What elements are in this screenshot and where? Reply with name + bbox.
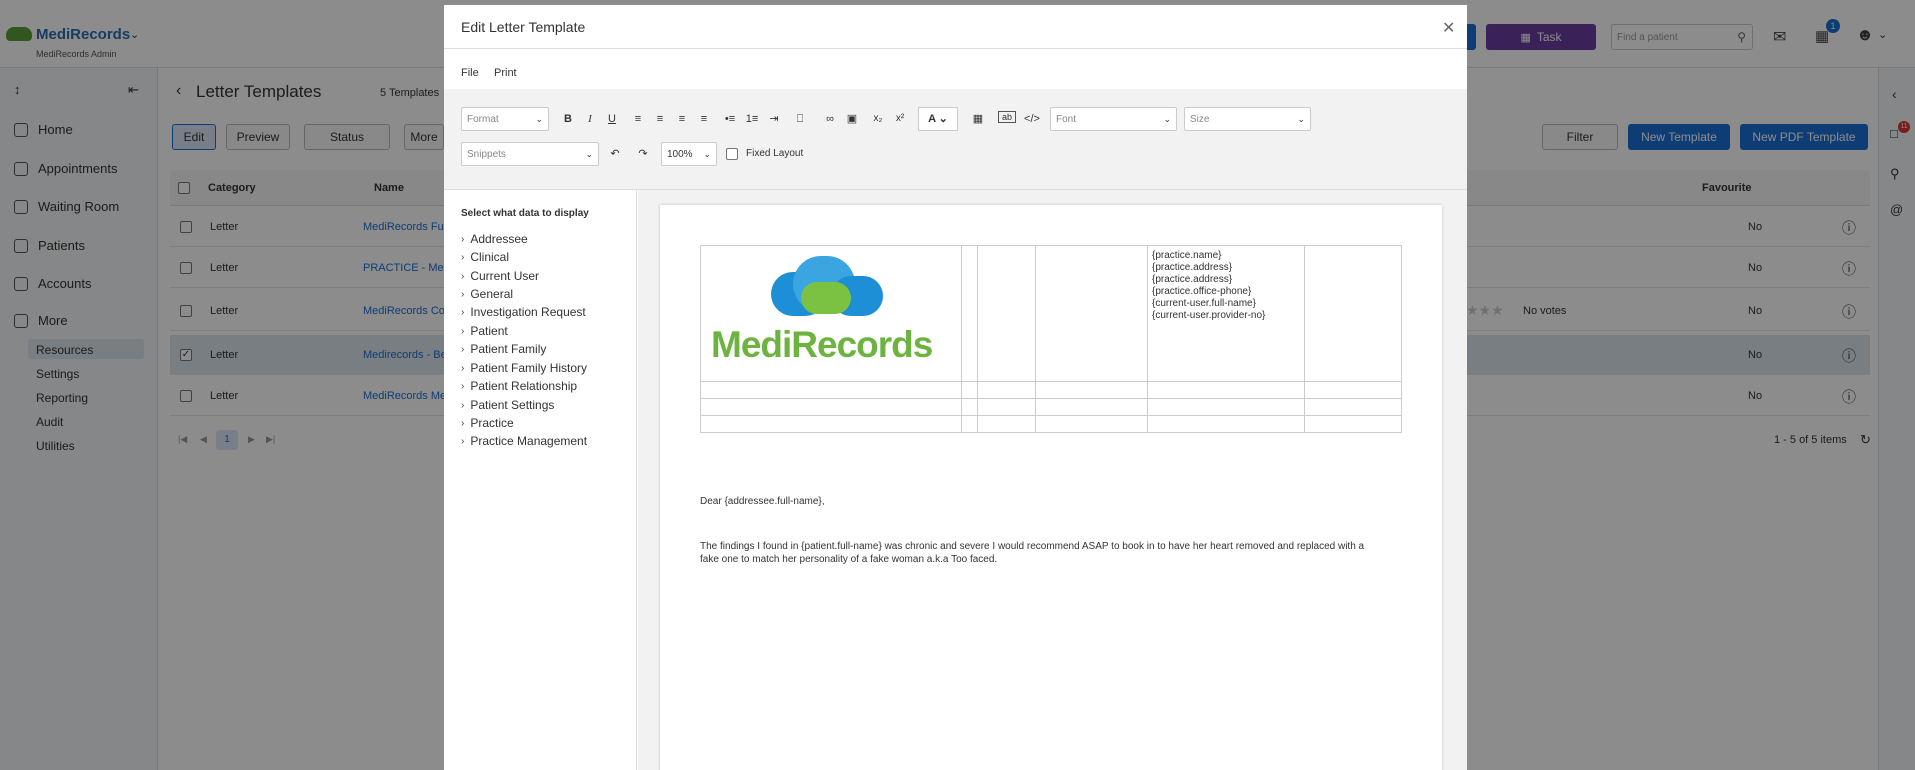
page-break-icon[interactable]: ⎕: [792, 111, 808, 127]
editor-menubar: File Print: [444, 49, 1467, 89]
chevron-right-icon: ›: [461, 399, 465, 411]
chevron-right-icon: ›: [461, 380, 465, 392]
chevron-right-icon: ›: [461, 288, 465, 300]
field-practice-address: {practice.address}: [1152, 262, 1233, 273]
field-practice-name: {practice.name}: [1152, 250, 1222, 261]
practice-fields-cell[interactable]: {practice.name} {practice.address} {prac…: [1147, 245, 1305, 382]
letter-body[interactable]: The findings I found in {patient.full-na…: [700, 540, 1380, 566]
size-select[interactable]: Size ⌄: [1184, 107, 1311, 131]
modal-title: Edit Letter Template: [461, 19, 586, 35]
edit-letter-template-modal: Edit Letter Template ✕ File Print Format…: [444, 5, 1467, 770]
modal-header: Edit Letter Template ✕: [444, 5, 1467, 49]
text-color-icon[interactable]: A ⌄: [918, 107, 958, 131]
panel-heading: Select what data to display: [461, 208, 589, 219]
data-field-panel: Select what data to display › Addressee ›…: [444, 190, 637, 770]
tree-item-addressee[interactable]: › Addressee: [461, 232, 528, 246]
chevron-right-icon: ›: [461, 306, 465, 318]
chevron-right-icon: ›: [461, 251, 465, 263]
tree-item-patient-family-history[interactable]: › Patient Family History: [461, 361, 587, 375]
link-icon[interactable]: ∞: [822, 111, 838, 127]
superscript-icon[interactable]: x²: [892, 111, 908, 127]
subscript-icon[interactable]: x₂: [870, 111, 886, 127]
format-select[interactable]: Format ⌄: [461, 107, 549, 131]
chevron-down-icon: ⌄: [1163, 114, 1171, 124]
chevron-right-icon: ›: [461, 270, 465, 282]
textbox-icon[interactable]: ab: [998, 111, 1016, 123]
logo-text: MediRecords: [711, 324, 933, 365]
close-icon[interactable]: ✕: [1442, 18, 1455, 38]
table-icon[interactable]: ▦: [970, 111, 986, 127]
fixed-layout-checkbox[interactable]: [726, 148, 738, 160]
snippets-select[interactable]: Snippets ⌄: [461, 142, 599, 166]
chevron-down-icon: ⌄: [703, 149, 711, 159]
editor-area: MediRecords {practice.name} {practice.ad…: [638, 190, 1467, 770]
tree-item-current-user[interactable]: › Current User: [461, 269, 539, 283]
tree-item-patient-family[interactable]: › Patient Family: [461, 342, 546, 356]
menu-file[interactable]: File: [461, 67, 479, 79]
align-left-icon[interactable]: ≡: [630, 111, 646, 127]
tree-item-investigation-request[interactable]: › Investigation Request: [461, 305, 586, 319]
field-practice-address-2: {practice.address}: [1152, 274, 1233, 285]
editor-toolbar: Format ⌄ B I U ≡ ≡ ≡ ≡ •≡ 1≡ ⇥ ⎕ ∞ ▣ x₂ x…: [444, 89, 1467, 190]
letterhead-table[interactable]: MediRecords {practice.name} {practice.ad…: [700, 245, 1402, 433]
tree-item-patient[interactable]: › Patient: [461, 324, 508, 338]
chevron-right-icon: ›: [461, 343, 465, 355]
tree-item-patient-relationship[interactable]: › Patient Relationship: [461, 379, 577, 393]
tree-item-general[interactable]: › General: [461, 287, 513, 301]
formatting-icons: B I U ≡ ≡ ≡ ≡ •≡ 1≡ ⇥ ⎕ ∞ ▣ x₂ x² A ⌄ ▦: [560, 107, 1000, 131]
italic-icon[interactable]: I: [582, 111, 598, 127]
chevron-right-icon: ›: [461, 435, 465, 447]
zoom-select[interactable]: 100% ⌄: [661, 142, 717, 166]
chevron-right-icon: ›: [461, 417, 465, 429]
tree-item-practice[interactable]: › Practice: [461, 416, 514, 430]
chevron-right-icon: ›: [461, 233, 465, 245]
undo-icon[interactable]: ↶: [607, 146, 623, 162]
fixed-layout-label: Fixed Layout: [746, 148, 804, 159]
chevron-down-icon: ⌄: [585, 149, 593, 159]
image-icon[interactable]: ▣: [844, 111, 860, 127]
bullet-list-icon[interactable]: •≡: [722, 111, 738, 127]
redo-icon[interactable]: ↷: [635, 146, 651, 162]
tree-item-patient-settings[interactable]: › Patient Settings: [461, 398, 554, 412]
numbered-list-icon[interactable]: 1≡: [744, 111, 760, 127]
underline-icon[interactable]: U: [604, 111, 620, 127]
chevron-down-icon: ⌄: [1297, 114, 1305, 124]
menu-print[interactable]: Print: [494, 67, 517, 79]
letter-page[interactable]: MediRecords {practice.name} {practice.ad…: [660, 205, 1442, 770]
font-select[interactable]: Font ⌄: [1050, 107, 1177, 131]
field-current-user-provider: {current-user.provider-no}: [1152, 310, 1266, 321]
bold-icon[interactable]: B: [560, 111, 576, 127]
tree-item-clinical[interactable]: › Clinical: [461, 250, 509, 264]
logo-cell[interactable]: MediRecords: [700, 245, 962, 382]
chevron-down-icon: ⌄: [535, 114, 543, 124]
chevron-right-icon: ›: [461, 325, 465, 337]
align-center-icon[interactable]: ≡: [652, 111, 668, 127]
chevron-right-icon: ›: [461, 362, 465, 374]
align-justify-icon[interactable]: ≡: [696, 111, 712, 127]
field-practice-phone: {practice.office-phone}: [1152, 286, 1252, 297]
letter-greeting[interactable]: Dear {addressee.full-name},: [700, 496, 825, 507]
indent-icon[interactable]: ⇥: [766, 111, 782, 127]
align-right-icon[interactable]: ≡: [674, 111, 690, 127]
field-current-user-name: {current-user.full-name}: [1152, 298, 1256, 309]
tree-item-practice-management[interactable]: › Practice Management: [461, 434, 587, 448]
medirecords-logo: MediRecords: [701, 246, 961, 381]
cloud-icon: [771, 256, 886, 316]
source-code-icon[interactable]: </>: [1024, 111, 1040, 127]
